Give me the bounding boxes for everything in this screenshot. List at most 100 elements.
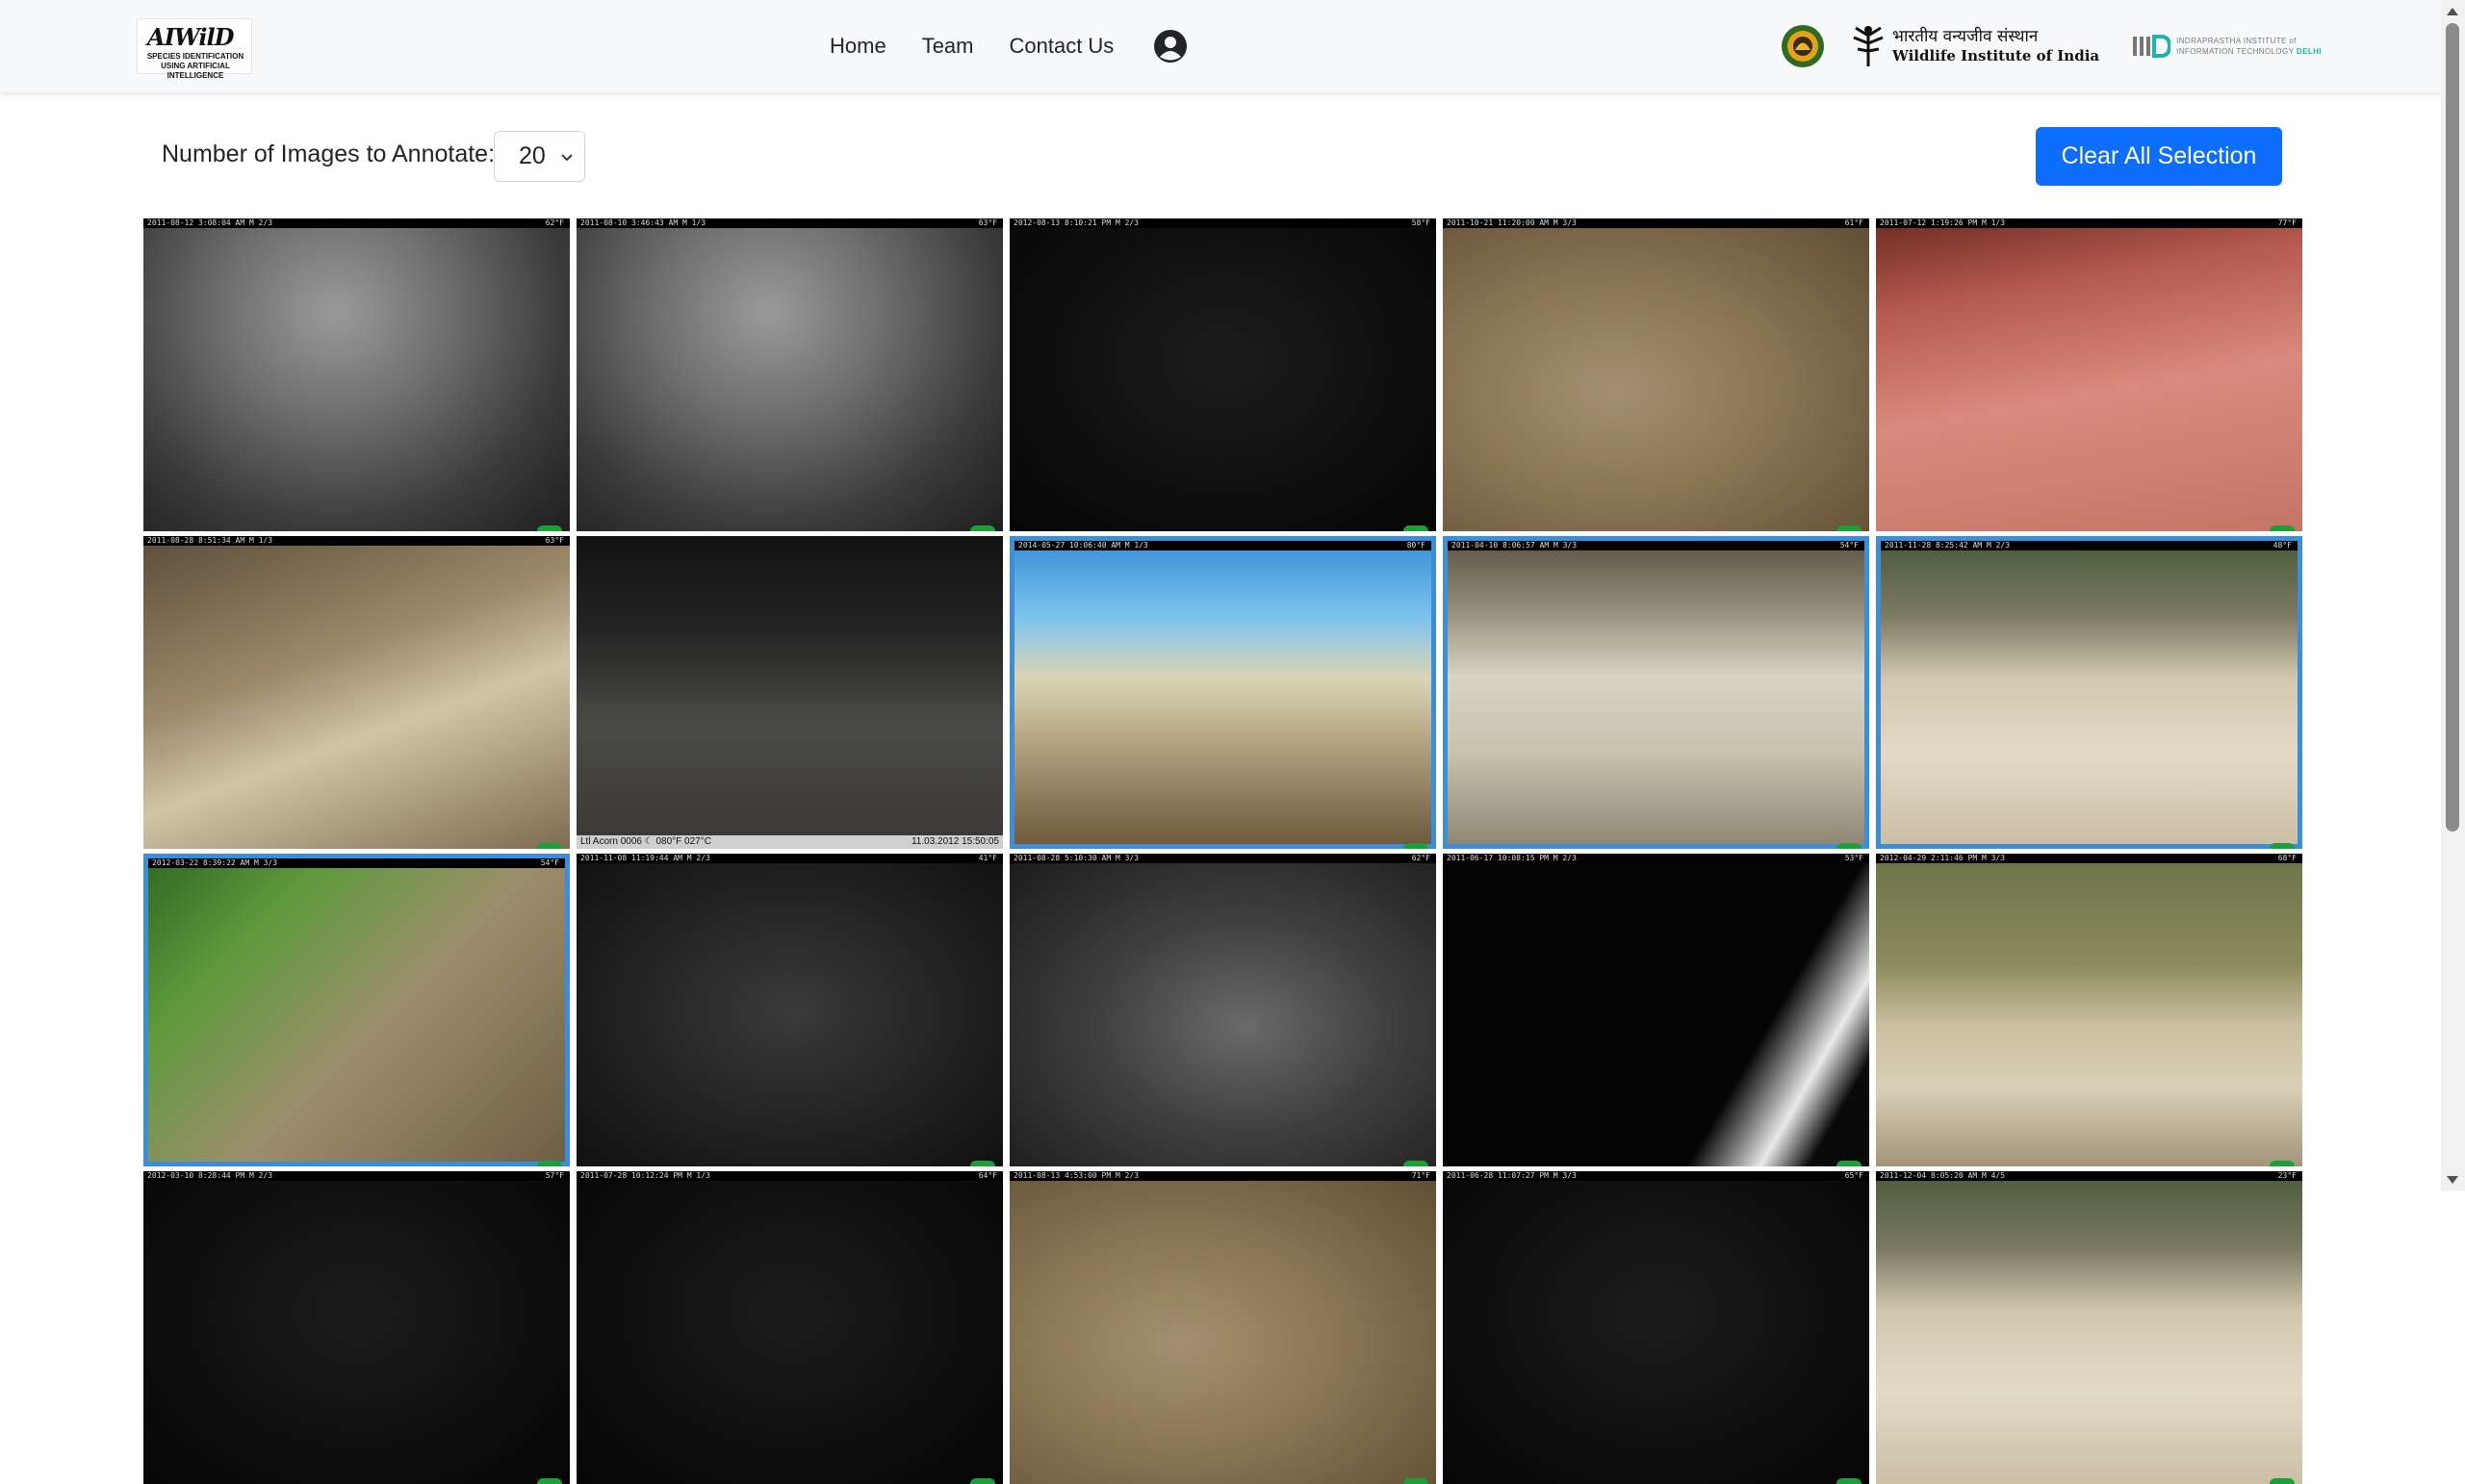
photo-timestamp-text: 2011-08-12 3:08:04 AM M 2/3 — [147, 218, 273, 227]
photo-timestamp: 2012-08-13 8:10:21 PM M 2/3 58°F — [1010, 218, 1436, 228]
image-tile[interactable]: 2011-04-10 8:06:57 AM M 3/3 54°F — [1443, 536, 1869, 849]
scroll-thumb[interactable] — [2446, 23, 2459, 832]
image-tile[interactable]: 2011-08-28 5:10:30 AM M 3/3 62°F — [1010, 854, 1436, 1166]
photo-timestamp-text: 2011-07-12 1:19:26 PM M 1/3 — [1880, 218, 2006, 227]
camera-trap-photo — [1876, 854, 2302, 1166]
image-tile[interactable]: 2011-08-10 3:46:43 AM M 1/3 63°F — [577, 218, 1003, 531]
annotate-count-value: 20 — [519, 142, 546, 169]
photo-temperature: 64°F — [978, 1171, 997, 1180]
photo-timestamp-text: 2011-12-04 8:05:20 AM M 4/5 — [1880, 1171, 2006, 1180]
nav-contact-link[interactable]: Contact Us — [1009, 34, 1114, 59]
photo-temperature: 57°F — [545, 1171, 564, 1180]
image-tile[interactable]: 2014-05-27 10:06:40 AM M 1/3 80°F — [1010, 536, 1436, 849]
image-tile[interactable]: 2012-03-10 8:28:44 PM M 2/3 57°F — [143, 1171, 570, 1484]
image-tile[interactable]: 2011-08-12 3:08:04 AM M 2/3 62°F — [143, 218, 570, 531]
scroll-up-arrow-icon[interactable] — [2447, 8, 2458, 15]
camera-trap-photo — [577, 536, 1003, 849]
brand-logo[interactable]: AIWilD SPECIES IDENTIFICATION USING ARTI… — [137, 18, 252, 80]
camera-brand-badge — [970, 525, 995, 531]
brand-title: AIWilD — [147, 23, 234, 51]
clear-all-selection-button[interactable]: Clear All Selection — [2036, 127, 2282, 186]
photo-info-bar: Ltl Acorn 0006 ☾ 080°F 027°C 11.03.2012 1… — [577, 835, 1003, 849]
camera-trap-photo — [1010, 218, 1436, 531]
image-tile[interactable]: 2011-06-28 11:07:27 PM M 3/3 65°F — [1443, 1171, 1869, 1484]
annotate-count-select[interactable]: 20 — [494, 131, 585, 182]
camera-trap-photo — [1876, 218, 2302, 531]
navbar: AIWilD SPECIES IDENTIFICATION USING ARTI… — [0, 0, 2441, 92]
photo-temperature: 53°F — [1844, 854, 1863, 862]
photo-timestamp-text: 2012-03-22 8:39:22 AM M 3/3 — [152, 858, 278, 867]
image-tile[interactable]: 2011-12-04 8:05:20 AM M 4/5 23°F — [1876, 1171, 2302, 1484]
scroll-down-arrow-icon[interactable] — [2447, 1176, 2458, 1184]
camera-trap-photo — [148, 858, 565, 1162]
image-tile[interactable]: 2012-04-29 2:11:46 PM M 3/3 68°F — [1876, 854, 2302, 1166]
photo-temperature: 54°F — [1839, 541, 1859, 550]
camera-trap-photo — [1443, 1171, 1869, 1484]
photo-timestamp-text: 2011-08-28 8:51:34 AM M 1/3 — [147, 536, 273, 545]
camera-trap-photo — [1443, 218, 1869, 531]
wii-hindi-name: भारतीय वन्यजीव संस्थान — [1892, 27, 2039, 46]
photo-timestamp: 2011-08-28 5:10:30 AM M 3/3 62°F — [1010, 854, 1436, 863]
nav-team-link[interactable]: Team — [922, 34, 974, 59]
photo-timestamp: 2011-12-04 8:05:20 AM M 4/5 23°F — [1876, 1171, 2302, 1181]
photo-timestamp-text: 2011-06-17 10:08:15 PM M 2/3 — [1447, 854, 1577, 862]
photo-timestamp: 2011-08-28 8:51:34 AM M 1/3 63°F — [143, 536, 570, 546]
photo-timestamp-text: 2011-07-28 10:12:24 PM M 1/3 — [580, 1171, 710, 1180]
camera-trap-photo — [577, 854, 1003, 1166]
camera-brand-badge — [1403, 1478, 1428, 1484]
image-tile[interactable]: 2011-11-28 8:25:42 AM M 2/3 48°F — [1876, 536, 2302, 849]
camera-brand-badge — [1836, 525, 1862, 531]
photo-timestamp: 2012-03-10 8:28:44 PM M 2/3 57°F — [143, 1171, 570, 1181]
photo-timestamp: 2011-11-28 8:25:42 AM M 2/3 48°F — [1881, 541, 2298, 550]
photo-timestamp: 2011-08-12 3:08:04 AM M 2/3 62°F — [143, 218, 570, 228]
photo-timestamp: 2012-04-29 2:11:46 PM M 3/3 68°F — [1876, 854, 2302, 863]
camera-trap-photo — [577, 218, 1003, 531]
image-tile[interactable]: 2011-08-28 8:51:34 AM M 1/3 63°F — [143, 536, 570, 849]
wii-logo: भारतीय वन्यजीव संस्थान Wildlife Institut… — [1846, 22, 2099, 70]
image-tile[interactable]: 2011-07-12 1:19:26 PM M 1/3 77°F — [1876, 218, 2302, 531]
annotate-count-label: Number of Images to Annotate: — [162, 141, 496, 167]
camera-brand-badge — [1403, 1161, 1428, 1166]
photo-timestamp: 2011-10-21 11:20:00 AM M 3/3 61°F — [1443, 218, 1869, 228]
iiitd-line1: INDRAPRASTHA INSTITUTE of — [2176, 37, 2297, 45]
camera-trap-photo — [1448, 541, 1864, 844]
image-grid: 2011-08-12 3:08:04 AM M 2/3 62°F 2011-08-1… — [143, 218, 2302, 1484]
camera-brand-badge — [1403, 843, 1428, 849]
user-circle-icon[interactable] — [1153, 29, 1188, 64]
photo-temperature: 48°F — [2272, 541, 2292, 550]
image-tile[interactable]: 2011-06-17 10:08:15 PM M 2/3 53°F — [1443, 854, 1869, 1166]
nav-links: Home Team Contact Us — [830, 25, 1188, 67]
photo-timestamp-text: 2014-05-27 10:06:40 AM M 1/3 — [1018, 541, 1148, 550]
photo-timestamp-text: 2011-10-21 11:20:00 AM M 3/3 — [1447, 218, 1577, 227]
photo-temperature: 63°F — [545, 536, 564, 545]
iiitd-logo: INDRAPRASTHA INSTITUTE of INFORMATION TE… — [2132, 33, 2322, 60]
camera-brand-badge — [970, 1161, 995, 1166]
photo-temperature: 68°F — [2277, 854, 2297, 862]
photo-temperature: 61°F — [1844, 218, 1863, 227]
camera-trap-photo — [1443, 854, 1869, 1166]
photo-timestamp: 2011-08-13 4:53:00 PM M 2/3 71°F — [1010, 1171, 1436, 1181]
partner-logos: भारतीय वन्यजीव संस्थान Wildlife Institut… — [1781, 17, 2322, 75]
image-tile[interactable]: 2011-07-28 10:12:24 PM M 1/3 64°F — [577, 1171, 1003, 1484]
camera-trap-photo — [1010, 1171, 1436, 1484]
nav-home-link[interactable]: Home — [830, 34, 886, 59]
photo-temperature: 41°F — [978, 854, 997, 862]
photo-temperature: 80°F — [1406, 541, 1425, 550]
brand-subtitle: SPECIES IDENTIFICATION USING ARTIFICIAL … — [146, 52, 244, 80]
image-tile[interactable]: 2012-08-13 8:10:21 PM M 2/3 58°F — [1010, 218, 1436, 531]
camera-trap-photo — [143, 536, 570, 849]
camera-brand-badge — [537, 843, 562, 849]
photo-timestamp: 2011-04-10 8:06:57 AM M 3/3 54°F — [1448, 541, 1864, 550]
camera-trap-photo — [143, 1171, 570, 1484]
photo-timestamp: 2011-06-17 10:08:15 PM M 2/3 53°F — [1443, 854, 1869, 863]
photo-timestamp-text: 2012-04-29 2:11:46 PM M 3/3 — [1880, 854, 2006, 862]
page-scrollbar[interactable] — [2441, 0, 2465, 1191]
image-tile[interactable]: 2011-10-21 11:20:00 AM M 3/3 61°F — [1443, 218, 1869, 531]
camera-trap-photo — [1876, 1171, 2302, 1484]
image-tile[interactable]: 2011-11-08 11:19:44 AM M 2/3 41°F — [577, 854, 1003, 1166]
image-tile[interactable]: 2012-03-22 8:39:22 AM M 3/3 54°F — [143, 854, 570, 1166]
image-tile[interactable]: 2011-08-13 4:53:00 PM M 2/3 71°F — [1010, 1171, 1436, 1484]
iiitd-line2: INFORMATION TECHNOLOGY — [2176, 47, 2295, 56]
photo-timestamp-text: 2011-04-10 8:06:57 AM M 3/3 — [1451, 541, 1578, 550]
image-tile[interactable]: Ltl Acorn 0006 ☾ 080°F 027°C 11.03.2012 1… — [577, 536, 1003, 849]
